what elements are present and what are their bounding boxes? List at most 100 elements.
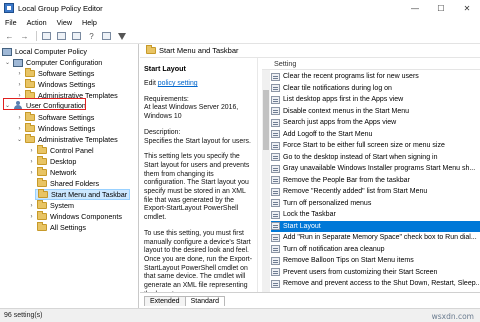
- setting-row[interactable]: Clear tile notifications during log on: [271, 83, 480, 94]
- setting-label: Remove and prevent access to the Shut Do…: [283, 280, 480, 287]
- setting-label: Force Start to be either full screen siz…: [283, 142, 445, 149]
- extended-description: Start Layout Edit policy setting Require…: [140, 58, 258, 292]
- tree-windows-components[interactable]: › Windows Components: [28, 211, 122, 222]
- setting-row[interactable]: Force Start to be either full screen siz…: [271, 140, 480, 151]
- window-title: Local Group Policy Editor: [18, 3, 103, 13]
- chevron-right-icon[interactable]: ›: [16, 81, 23, 88]
- tree-network[interactable]: › Network: [28, 167, 76, 178]
- toolbar-separator: [36, 31, 37, 41]
- setting-row[interactable]: Remove and prevent access to the Shut Do…: [271, 278, 480, 289]
- folder-icon: [37, 167, 47, 176]
- chevron-right-icon[interactable]: ›: [28, 147, 35, 154]
- setting-row[interactable]: Prevent users from customizing their Sta…: [271, 267, 480, 278]
- chevron-right-icon[interactable]: ›: [28, 158, 35, 165]
- setting-row[interactable]: Turn off personalized menus: [271, 198, 480, 209]
- setting-row[interactable]: Go to the desktop instead of Start when …: [271, 152, 480, 163]
- minimize-button[interactable]: —: [402, 0, 428, 16]
- setting-row[interactable]: Remove the People Bar from the taskbar: [271, 175, 480, 186]
- setting-label: Go to the desktop instead of Start when …: [283, 153, 438, 161]
- menu-file[interactable]: File: [0, 18, 22, 27]
- setting-row[interactable]: Add Logoff to the Start Menu: [271, 129, 480, 140]
- setting-row[interactable]: Turn off notification area cleanup: [271, 244, 480, 255]
- tree-uc-windows-settings[interactable]: › Windows Settings: [16, 123, 95, 134]
- chevron-right-icon[interactable]: ›: [28, 202, 35, 209]
- tree-uc-software-settings[interactable]: › Software Settings: [16, 112, 94, 123]
- setting-row[interactable]: Add "Run in Separate Memory Space" check…: [271, 232, 480, 243]
- setting-label: Prevent users from customizing their Sta…: [283, 268, 438, 276]
- folder-icon: [25, 79, 35, 88]
- tree-uc-administrative-templates[interactable]: ⌄ Administrative Templates: [16, 134, 118, 145]
- folder-icon: [146, 45, 156, 54]
- chevron-right-icon[interactable]: ›: [16, 70, 23, 77]
- chevron-right-icon[interactable]: ›: [28, 213, 35, 220]
- menu-help[interactable]: Help: [77, 18, 102, 27]
- description-para-2: To use this setting, you must first manu…: [144, 229, 253, 292]
- show-hide-tree-icon[interactable]: [40, 30, 53, 42]
- export-list-icon[interactable]: [70, 30, 83, 42]
- maximize-button[interactable]: ☐: [428, 0, 454, 16]
- tree-cc-windows-settings[interactable]: › Windows Settings: [16, 79, 95, 90]
- setting-row[interactable]: Remove Balloon Tips on Start Menu items: [271, 255, 480, 266]
- setting-label: Add Logoff to the Start Menu: [283, 130, 373, 138]
- policy-setting-icon: [271, 153, 280, 161]
- tree-shared-folders[interactable]: Shared Folders: [37, 178, 99, 189]
- menu-bar: File Action View Help: [0, 16, 480, 29]
- tree-local-computer-policy[interactable]: Local Computer Policy: [2, 46, 87, 57]
- setting-row[interactable]: Clear the recent programs list for new u…: [271, 71, 480, 82]
- close-button[interactable]: ✕: [454, 0, 480, 16]
- menu-action[interactable]: Action: [22, 18, 52, 27]
- tree-computer-configuration[interactable]: ⌄ Computer Configuration: [4, 57, 102, 68]
- chevron-right-icon[interactable]: ›: [28, 169, 35, 176]
- tab-standard[interactable]: Standard: [184, 296, 226, 306]
- tree-system[interactable]: › System: [28, 200, 74, 211]
- description-para-1: This setting lets you specify the Start …: [144, 153, 250, 222]
- settings-scrollbar[interactable]: [262, 70, 270, 292]
- policy-setting-icon: [271, 141, 280, 150]
- setting-label: Lock the Taskbar: [283, 211, 336, 218]
- tree-control-panel[interactable]: › Control Panel: [28, 145, 94, 156]
- setting-row[interactable]: List desktop apps first in the Apps view: [271, 94, 480, 105]
- tree-cc-software-settings[interactable]: › Software Settings: [16, 68, 94, 79]
- setting-label: Add "Run in Separate Memory Space" check…: [283, 234, 477, 241]
- policy-setting-icon: [271, 210, 280, 219]
- setting-row[interactable]: Remove "Recently added" list from Start …: [271, 186, 480, 197]
- setting-row-selected[interactable]: Start Layout: [271, 220, 480, 232]
- back-arrow-icon[interactable]: ←: [3, 30, 16, 42]
- tree-desktop[interactable]: › Desktop: [28, 156, 76, 167]
- forward-arrow-icon[interactable]: →: [18, 30, 31, 42]
- description-text: Description: Specifies the Start layout …: [144, 128, 251, 145]
- filter-icon[interactable]: [115, 30, 128, 42]
- properties-icon[interactable]: [100, 30, 113, 42]
- folder-icon: [25, 123, 35, 132]
- policy-setting-icon: [271, 199, 280, 207]
- policy-setting-icon: [271, 95, 280, 104]
- folder-icon: [25, 112, 35, 121]
- menu-view[interactable]: View: [52, 18, 77, 27]
- chevron-down-icon[interactable]: ⌄: [16, 136, 23, 143]
- settings-list: Setting Clear the recent programs list f…: [262, 58, 480, 292]
- setting-column-header[interactable]: Setting: [262, 58, 480, 70]
- setting-row[interactable]: Search just apps from the Apps view: [271, 117, 480, 128]
- policy-setting-icon: [271, 279, 280, 288]
- setting-count: 96 setting(s): [4, 312, 43, 319]
- setting-row[interactable]: Disable context menus in the Start Menu: [271, 106, 480, 117]
- pane-header-title: Start Menu and Taskbar: [159, 46, 239, 55]
- setting-label: List desktop apps first in the Apps view: [283, 96, 404, 103]
- tab-extended[interactable]: Extended: [144, 296, 186, 306]
- help-icon[interactable]: ?: [85, 30, 98, 42]
- folder-icon: [38, 189, 48, 198]
- policy-setting-icon: [271, 107, 280, 115]
- edit-policy-link[interactable]: policy setting: [158, 80, 198, 87]
- highlight-box: [3, 98, 86, 110]
- tree-start-menu-and-taskbar[interactable]: Start Menu and Taskbar: [35, 189, 131, 200]
- chevron-down-icon[interactable]: ⌄: [4, 59, 11, 66]
- setting-row[interactable]: Gray unavailable Windows Installer progr…: [271, 163, 480, 174]
- setting-label: Remove the People Bar from the taskbar: [283, 176, 410, 184]
- tree-all-settings[interactable]: All Settings: [37, 222, 86, 233]
- scrollbar-thumb[interactable]: [263, 90, 269, 150]
- policy-setting-icon: [271, 72, 280, 81]
- list-view-icon[interactable]: [55, 30, 68, 42]
- chevron-right-icon[interactable]: ›: [16, 125, 23, 132]
- setting-row[interactable]: Lock the Taskbar: [271, 209, 480, 220]
- chevron-right-icon[interactable]: ›: [16, 114, 23, 121]
